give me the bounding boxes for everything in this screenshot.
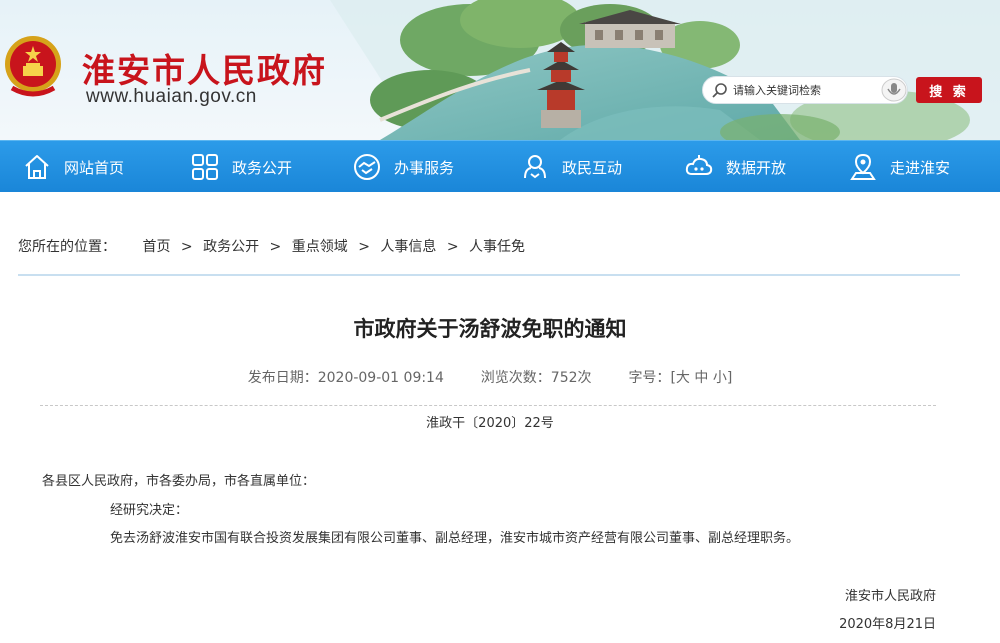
font-size-medium-link[interactable]: 中 [694,370,708,386]
font-size-label: 字号： [628,370,671,386]
nav-item-services[interactable]: 办事服务 [352,141,454,193]
font-size-small-link[interactable]: 小 [713,370,727,386]
issuer-signature: 淮安市人民政府 [844,589,936,604]
salutation-text: 各县区人民政府，市各委办局，市各直属单位： [42,474,316,489]
search-input[interactable] [733,80,883,100]
meta-divider [40,405,936,406]
breadcrumb-item-personnel-info[interactable]: 人事信息 [380,239,436,255]
font-size-bracket: ] [726,370,733,386]
cloud-data-icon [685,155,713,175]
breadcrumb-divider [18,274,960,276]
site-url[interactable]: www.huaian.gov.cn [86,86,257,108]
location-pin-icon [850,153,876,180]
nav-item-data-open[interactable]: 数据开放 [684,141,786,193]
breadcrumb-item-home[interactable]: 首页 [142,239,170,255]
interaction-icon [524,155,546,179]
font-size-large-link[interactable]: 大 [676,370,690,386]
home-icon [25,155,49,179]
issue-date: 2020年8月21日 [839,617,936,632]
search-box [702,76,908,104]
voice-search-icon[interactable] [880,77,908,103]
view-count-label: 浏览次数： [480,370,551,386]
search-button[interactable]: 搜 索 [916,77,982,103]
article-meta: 发布日期：2020-09-01 09:14 浏览次数：752次 字号：[大 中 … [0,367,980,387]
breadcrumb-separator: > [269,239,282,255]
publish-date-label: 发布日期： [247,370,318,386]
nav-label: 办事服务 [394,158,455,177]
view-count-value: 752次 [550,370,592,386]
breadcrumb: 您所在的位置： 首页 > 政务公开 > 重点领域 > 人事信息 > 人事任免 [18,236,525,256]
breadcrumb-lead: 您所在的位置： [18,239,116,255]
article-title: 市政府关于汤舒波免职的通知 [353,317,627,341]
header-banner: 淮安市人民政府 www.huaian.gov.cn 搜 索 [0,0,1000,140]
publish-date-value: 2020-09-01 09:14 [317,370,444,386]
breadcrumb-separator: > [180,239,193,255]
breadcrumb-separator: > [446,239,459,255]
main-nav: 网站首页 政务公开 办事服务 政民互动 数据开放 走进淮安 [0,140,1000,192]
breadcrumb-item-appointments[interactable]: 人事任免 [469,239,525,255]
nav-label: 政务公开 [232,158,293,177]
search-icon [712,83,727,98]
decision-body-text: 免去汤舒波淮安市国有联合投资发展集团有限公司董事、副总经理，淮安市城市资产经营有… [110,531,800,546]
nav-label: 数据开放 [726,158,787,177]
nav-label: 网站首页 [64,158,125,177]
nav-label: 政民互动 [562,158,623,177]
breadcrumb-separator: > [358,239,370,255]
grid-icon [192,154,218,180]
decision-intro-text: 经研究决定： [110,503,189,518]
handshake-icon [354,154,380,180]
nav-item-gov-affairs[interactable]: 政务公开 [190,141,292,193]
nav-item-about-huaian[interactable]: 走进淮安 [848,141,950,193]
national-emblem-icon [5,36,61,97]
nav-item-interaction[interactable]: 政民互动 [520,141,622,193]
nav-item-home[interactable]: 网站首页 [22,141,124,193]
document-number: 淮政干〔2020〕22号 [426,416,554,431]
breadcrumb-item-key-areas[interactable]: 重点领域 [292,239,348,255]
site-title[interactable]: 淮安市人民政府 [82,44,327,92]
breadcrumb-item-gov-affairs[interactable]: 政务公开 [203,239,259,255]
nav-label: 走进淮安 [890,158,951,177]
